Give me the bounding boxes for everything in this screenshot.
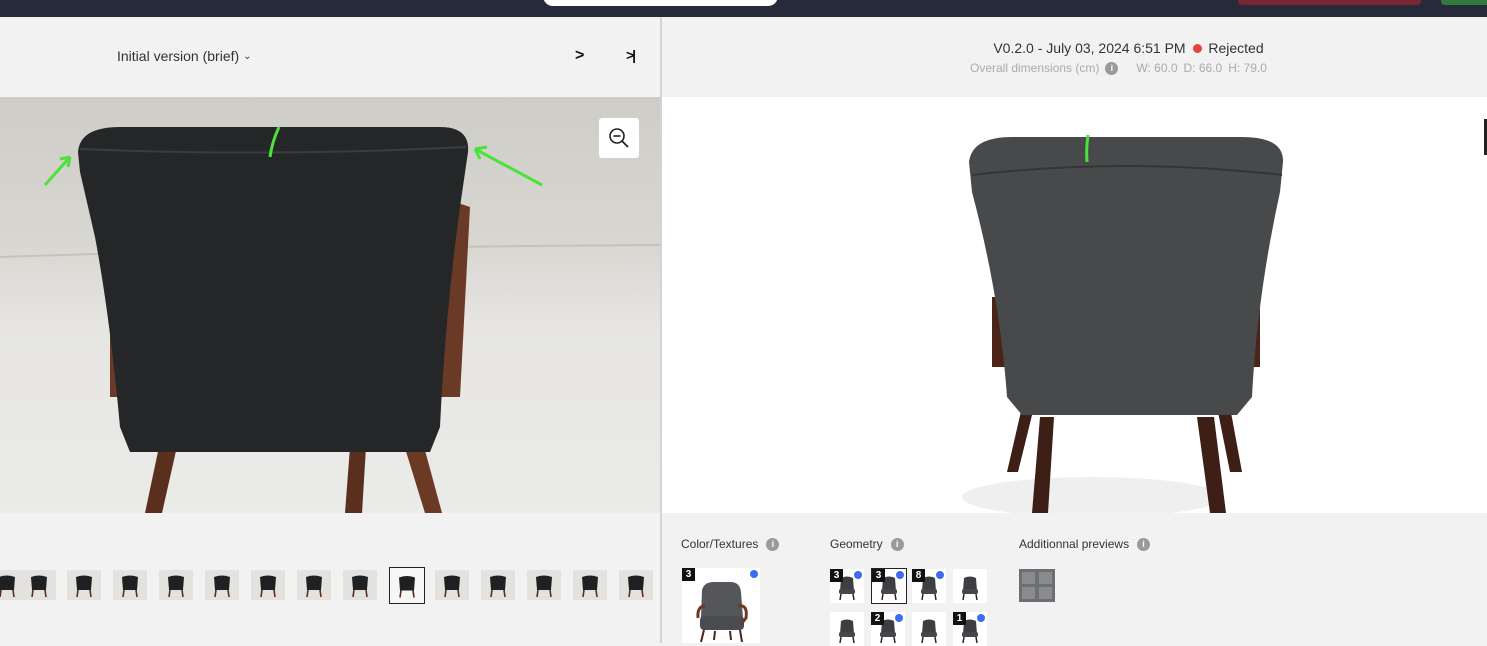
- chair-thumbnail: [390, 570, 424, 601]
- chair-thumbnail: [113, 570, 147, 600]
- info-icon[interactable]: i: [766, 537, 780, 551]
- approve-button[interactable]: [1441, 0, 1487, 5]
- top-bar: [0, 0, 1487, 17]
- chair-thumbnail: [297, 570, 331, 600]
- dimensions-row: Overall dimensions (cm) i W: 60.0 D: 66.…: [970, 61, 1267, 75]
- chair-thumbnail: [527, 570, 561, 600]
- geometry-preview-tile[interactable]: [912, 612, 946, 646]
- photo-thumbnail[interactable]: [205, 570, 239, 600]
- chair-thumbnail: [921, 619, 937, 644]
- geometry-label: Geometry: [830, 537, 883, 551]
- chair-thumbnail: [205, 570, 239, 600]
- dimension-depth: D: 66.0: [1183, 61, 1223, 75]
- photo-thumbnail[interactable]: [435, 570, 469, 600]
- new-indicator-dot-icon: [936, 571, 944, 579]
- last-arrow-icon[interactable]: >|: [626, 47, 636, 63]
- reference-panel: Initial version (brief) ⌄ > >|: [0, 17, 660, 643]
- zoom-out-icon: [609, 128, 629, 148]
- model-version: V0.2.0: [993, 40, 1034, 56]
- model-panel: V0.2.0 - July 03, 2024 6:51 PM Rejected …: [662, 17, 1487, 646]
- new-indicator-dot-icon: [750, 570, 758, 578]
- photo-thumbnail[interactable]: [343, 570, 377, 600]
- chair-thumbnail: [619, 570, 653, 600]
- multi-view-thumbnail: [1019, 569, 1055, 602]
- color-textures-section-label: Color/Textures i: [681, 537, 780, 551]
- geometry-preview-tile[interactable]: 3: [871, 568, 907, 604]
- chair-thumbnail: [343, 570, 377, 600]
- photo-thumbnail[interactable]: [481, 570, 515, 600]
- photo-thumbnail[interactable]: [573, 570, 607, 600]
- version-separator: -: [1037, 40, 1043, 56]
- chair-thumbnail: [481, 570, 515, 600]
- count-badge: 3: [682, 568, 695, 581]
- additional-previews-label: Additionnal previews: [1019, 537, 1130, 551]
- chair-thumbnail: [22, 570, 56, 600]
- geometry-preview-tile[interactable]: [830, 612, 864, 646]
- info-icon[interactable]: i: [1105, 61, 1119, 75]
- geometry-preview-tile[interactable]: 8: [912, 569, 946, 603]
- photo-thumbnail[interactable]: [619, 570, 653, 600]
- additional-preview-tile[interactable]: [1019, 569, 1055, 602]
- geometry-preview-tile[interactable]: 2: [871, 612, 905, 646]
- status-dot-icon: [1193, 44, 1203, 53]
- count-badge: 3: [830, 569, 843, 582]
- status-badge: Rejected: [1208, 40, 1264, 56]
- reject-button[interactable]: [1238, 0, 1421, 5]
- new-indicator-dot-icon: [895, 614, 903, 622]
- additional-previews-section-label: Additionnal previews i: [1019, 537, 1151, 551]
- photo-thumbnail[interactable]: [67, 570, 101, 600]
- reference-photo[interactable]: [0, 97, 660, 513]
- chevron-down-icon: ⌄: [243, 50, 252, 62]
- photo-thumbnail[interactable]: [527, 570, 561, 600]
- model-render-image: [962, 134, 1284, 513]
- version-dropdown[interactable]: Initial version (brief) ⌄: [117, 48, 252, 64]
- count-badge: 3: [872, 569, 885, 582]
- new-indicator-dot-icon: [977, 614, 985, 622]
- model-render[interactable]: [662, 97, 1487, 513]
- geometry-section-label: Geometry i: [830, 537, 904, 551]
- geometry-preview-tile[interactable]: 3: [830, 569, 864, 603]
- chair-thumbnail: [0, 570, 24, 600]
- count-badge: 2: [871, 612, 884, 625]
- new-indicator-dot-icon: [854, 571, 862, 579]
- color-textures-label: Color/Textures: [681, 537, 759, 551]
- new-indicator-dot-icon: [896, 571, 904, 579]
- geometry-preview-tile[interactable]: 1: [953, 612, 987, 646]
- photo-thumbnail[interactable]: [159, 570, 193, 600]
- photo-thumbnail[interactable]: [22, 570, 56, 600]
- photo-thumbnail[interactable]: [113, 570, 147, 600]
- model-version-info: V0.2.0 - July 03, 2024 6:51 PM Rejected: [662, 40, 1487, 56]
- dimensions-label: Overall dimensions (cm): [970, 61, 1100, 75]
- chair-thumbnail: [573, 570, 607, 600]
- info-icon[interactable]: i: [1137, 537, 1151, 551]
- photo-thumbnail[interactable]: [0, 570, 24, 600]
- reference-photo-image: [0, 126, 660, 513]
- thumbnail-strip: [0, 567, 660, 607]
- count-badge: 1: [953, 612, 966, 625]
- chair-thumbnail: [839, 619, 855, 644]
- geometry-preview-tile[interactable]: [953, 569, 987, 603]
- chair-thumbnail: [962, 576, 978, 601]
- version-dropdown-label: Initial version (brief): [117, 48, 240, 64]
- dimension-height: H: 79.0: [1228, 61, 1267, 75]
- top-search-pill[interactable]: [543, 0, 778, 6]
- chair-thumbnail: [435, 570, 469, 600]
- info-icon[interactable]: i: [890, 537, 904, 551]
- chair-thumbnail: [159, 570, 193, 600]
- chair-thumbnail: [67, 570, 101, 600]
- next-arrow-icon[interactable]: >: [575, 47, 584, 65]
- count-badge: 8: [912, 569, 925, 582]
- color-texture-preview[interactable]: 3: [682, 568, 760, 643]
- chair-thumbnail: [251, 570, 285, 600]
- model-date: July 03, 2024 6:51 PM: [1046, 40, 1186, 56]
- photo-thumbnail[interactable]: [251, 570, 285, 600]
- zoom-out-button[interactable]: [599, 118, 639, 158]
- photo-thumbnail[interactable]: [389, 567, 425, 604]
- dimension-width: W: 60.0: [1136, 61, 1178, 75]
- photo-thumbnail[interactable]: [297, 570, 331, 600]
